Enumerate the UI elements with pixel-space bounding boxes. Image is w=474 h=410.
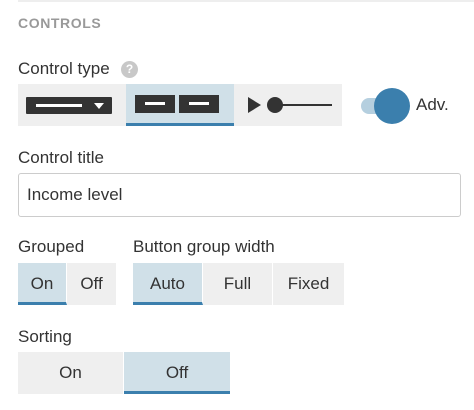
advanced-toggle[interactable] — [358, 88, 414, 124]
top-divider — [18, 0, 474, 2]
control-type-dropdown-button[interactable] — [18, 84, 126, 126]
sorting-button-group: On Off — [18, 352, 230, 394]
control-type-button-group-button[interactable] — [126, 84, 234, 126]
button-group-width-selector: Auto Full Fixed — [133, 263, 344, 305]
control-title-label: Control title — [18, 148, 104, 167]
grouped-button-group: On Off — [18, 263, 116, 305]
dropdown-icon — [26, 97, 112, 114]
controls-panel: CONTROLS Control type ? Adv. Control tit… — [0, 0, 474, 410]
grouped-on-button[interactable]: On — [18, 263, 67, 305]
toggle-knob — [374, 88, 410, 124]
control-type-slider-button[interactable] — [234, 84, 342, 126]
section-header: CONTROLS — [18, 15, 102, 31]
help-icon[interactable]: ? — [121, 61, 138, 78]
control-type-selector — [18, 84, 342, 126]
width-full-button[interactable]: Full — [203, 263, 273, 305]
grouped-label: Grouped — [18, 237, 85, 256]
grouped-off-button[interactable]: Off — [67, 263, 116, 305]
button-group-width-label: Button group width — [133, 237, 275, 256]
width-fixed-button[interactable]: Fixed — [273, 263, 344, 305]
control-title-input[interactable] — [18, 173, 461, 217]
advanced-label: Adv. — [416, 95, 449, 114]
sorting-on-button[interactable]: On — [18, 352, 124, 394]
width-auto-button[interactable]: Auto — [133, 263, 203, 305]
sorting-label: Sorting — [18, 327, 72, 346]
control-type-label: Control type — [18, 59, 110, 78]
sorting-off-button[interactable]: Off — [124, 352, 230, 394]
